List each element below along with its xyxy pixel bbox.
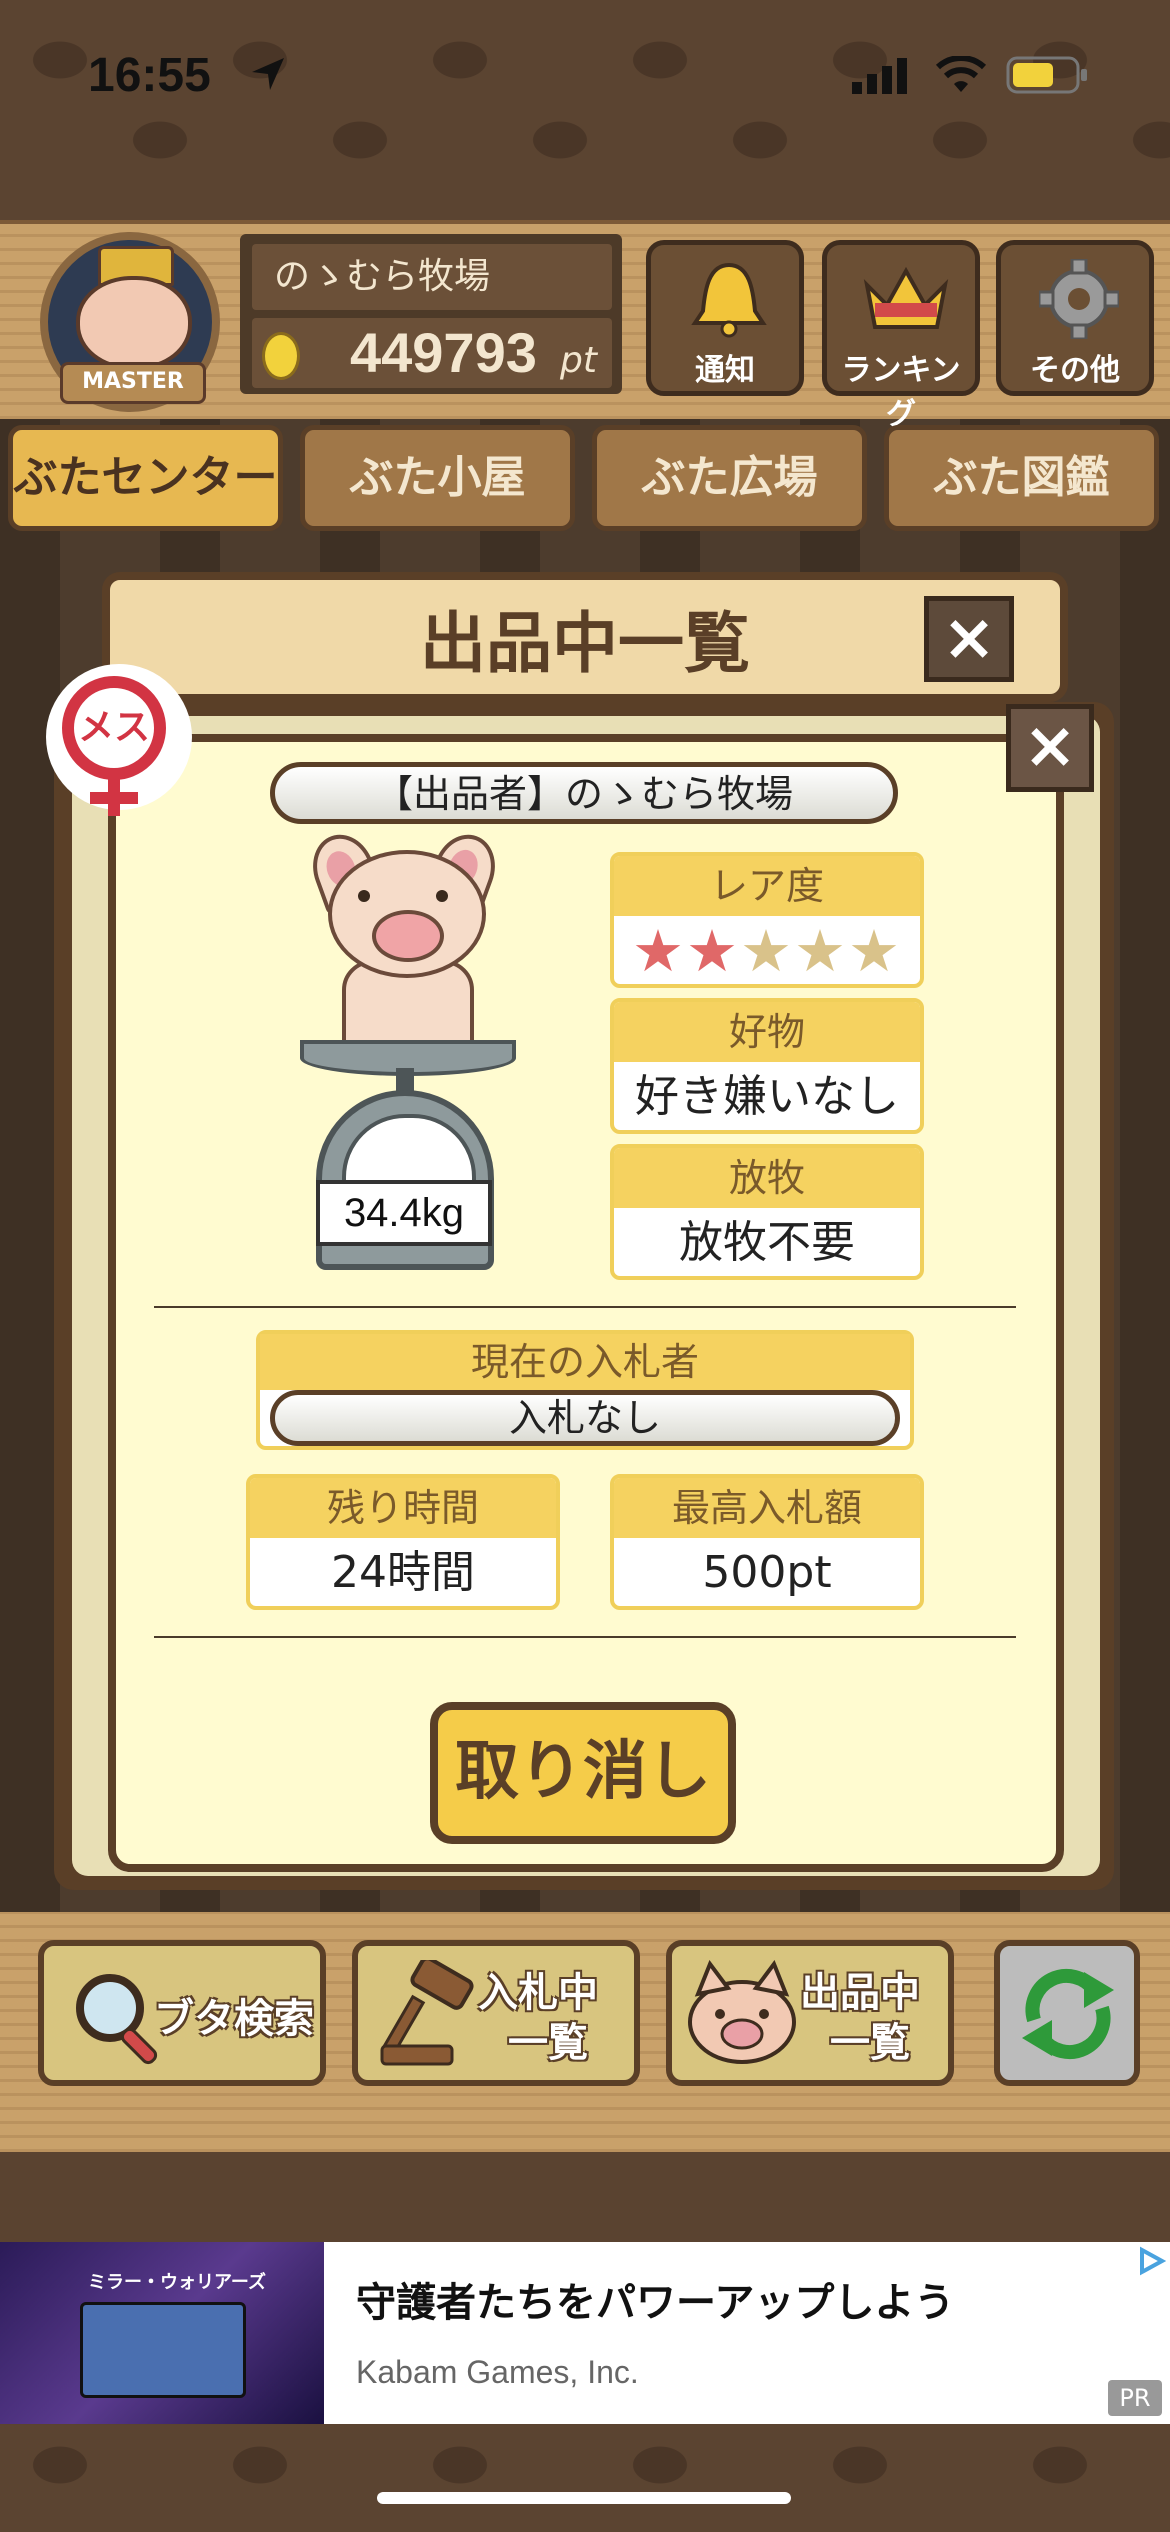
- favorite-label: 好物: [614, 1002, 920, 1062]
- cancel-listing-button[interactable]: 取り消し: [430, 1702, 736, 1844]
- pr-badge: PR: [1108, 2380, 1162, 2416]
- panel-close-button[interactable]: ×: [924, 596, 1014, 682]
- notification-button[interactable]: 通知: [646, 240, 804, 396]
- listing-list-button[interactable]: 出品中 一覧: [666, 1940, 954, 2086]
- ad-banner[interactable]: ミラー・ウォリアーズ 守護者たちをパワーアップしよう Kabam Games, …: [0, 2242, 1170, 2424]
- gavel-icon: [380, 1960, 474, 2066]
- gender-label: メス: [77, 707, 150, 748]
- rarity-card: レア度 ★★★★★: [610, 852, 924, 988]
- badge-label: MASTER: [60, 362, 206, 404]
- highest-bid-card: 最高入札額 500pt: [610, 1474, 924, 1610]
- pig-face-icon: [76, 276, 192, 370]
- current-bidder-value: 入札なし: [270, 1390, 900, 1446]
- pig-eye-right: [436, 890, 448, 902]
- points-value: 449793: [350, 321, 537, 384]
- home-indicator[interactable]: [377, 2492, 791, 2504]
- tab-buta-hiroba[interactable]: ぶた広場: [592, 425, 867, 531]
- pig-search-label: ブタ検索: [154, 1996, 314, 2042]
- notification-label: 通知: [695, 353, 755, 388]
- favorite-food-card: 好物 好き嫌いなし: [610, 998, 924, 1134]
- time-left-value: 24時間: [331, 1547, 475, 1598]
- other-settings-button[interactable]: その他: [996, 240, 1154, 396]
- highest-bid-label: 最高入札額: [614, 1478, 920, 1538]
- grazing-card: 放牧 放牧不要: [610, 1144, 924, 1280]
- tab-buta-center[interactable]: ぶたセンター: [8, 425, 283, 531]
- female-symbol-cross: [90, 792, 138, 804]
- grazing-label: 放牧: [614, 1148, 920, 1208]
- ranking-button[interactable]: ランキング: [822, 240, 980, 432]
- battery-icon: [1006, 56, 1087, 94]
- ad-image-caption: ミラー・ウォリアーズ: [88, 2272, 267, 2293]
- divider: [154, 1636, 1016, 1638]
- pig-snout: [372, 910, 444, 962]
- scale-stem: [396, 1068, 414, 1092]
- pig-face-icon: [688, 1960, 796, 2064]
- highest-bid-value: 500pt: [702, 1547, 832, 1598]
- points-unit: pt: [560, 340, 597, 381]
- current-bidder-label: 現在の入札者: [260, 1334, 910, 1390]
- adchoices-icon[interactable]: [1136, 2246, 1166, 2276]
- other-label: その他: [1030, 353, 1120, 388]
- cellular-signal-icon: [852, 58, 907, 94]
- favorite-value: 好き嫌いなし: [635, 1071, 899, 1122]
- divider: [154, 1306, 1016, 1308]
- gear-icon: [1039, 259, 1119, 339]
- bidding-list-button[interactable]: 入札中 一覧: [352, 1940, 640, 2086]
- rarity-stars: ★★★★★: [614, 920, 920, 982]
- time-left-label: 残り時間: [250, 1478, 556, 1538]
- ad-image[interactable]: ミラー・ウォリアーズ: [0, 2242, 324, 2424]
- refresh-icon: [1022, 1969, 1114, 2059]
- status-time: 16:55: [88, 49, 211, 102]
- rarity-stars-filled: ★★: [632, 917, 740, 985]
- bottom-pattern-background: [0, 2425, 1170, 2532]
- ad-device-image: [80, 2302, 246, 2398]
- master-badge-avatar[interactable]: MASTER: [40, 232, 220, 412]
- seller-label: 【出品者】のゝむら牧場: [270, 762, 898, 824]
- current-bidder-card: 現在の入札者 入札なし: [256, 1330, 914, 1450]
- coin-icon: [262, 332, 300, 380]
- time-left-card: 残り時間 24時間: [246, 1474, 560, 1610]
- pig-eye-left: [358, 890, 370, 902]
- tab-buta-goya[interactable]: ぶた小屋: [300, 425, 575, 531]
- crown-icon: [863, 266, 949, 329]
- female-gender-badge: メス: [50, 668, 188, 816]
- ranking-label: ランキング: [841, 353, 961, 432]
- bidding-list-label-line2: 一覧: [508, 2020, 588, 2066]
- ad-title[interactable]: 守護者たちをパワーアップしよう: [356, 2270, 954, 2328]
- farm-name: のゝむら牧場: [252, 244, 612, 310]
- rarity-stars-empty: ★★★: [740, 917, 902, 985]
- bell-icon: [691, 262, 767, 338]
- pig-weight: 34.4kg: [316, 1180, 492, 1246]
- tab-buta-zukan[interactable]: ぶた図鑑: [884, 425, 1159, 531]
- ad-advertiser: Kabam Games, Inc.: [356, 2354, 639, 2390]
- status-bar: 16:55: [0, 0, 1170, 150]
- modal-close-button[interactable]: ×: [1006, 704, 1094, 792]
- listing-list-label-line2: 一覧: [830, 2020, 910, 2066]
- location-arrow-icon: [252, 58, 284, 90]
- pig-search-button[interactable]: ブタ検索: [38, 1940, 326, 2086]
- wifi-icon: [936, 56, 986, 92]
- grazing-value: 放牧不要: [679, 1217, 855, 1268]
- rarity-label: レア度: [614, 856, 920, 916]
- refresh-button[interactable]: [994, 1940, 1140, 2086]
